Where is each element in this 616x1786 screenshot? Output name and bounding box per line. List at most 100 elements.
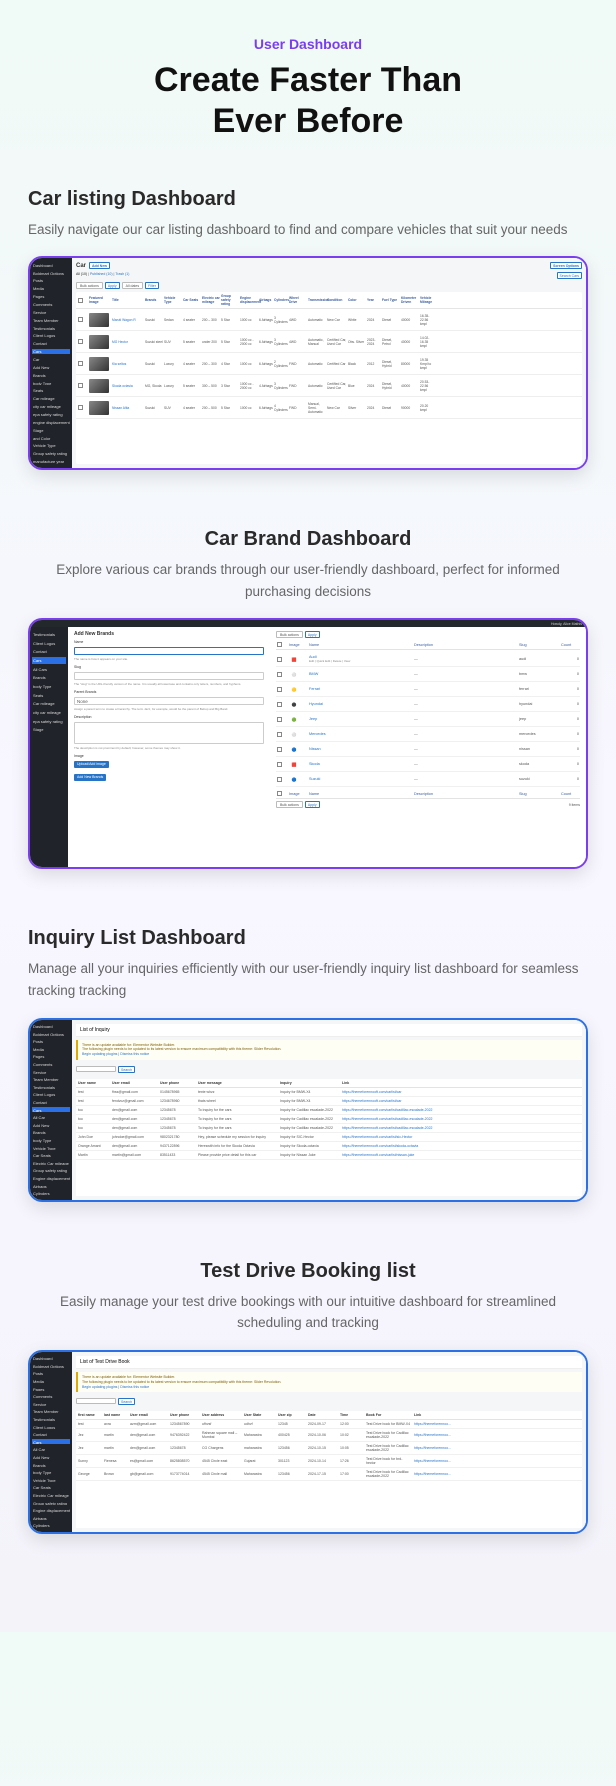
sidebar-item[interactable]: Airbags bbox=[32, 1183, 70, 1188]
inquiry-link[interactable]: https://themeforennooft.com/carlist/car bbox=[342, 1090, 580, 1094]
row-checkbox[interactable] bbox=[277, 702, 282, 707]
row-checkbox[interactable] bbox=[277, 672, 282, 677]
screen-options-button[interactable]: Screen Options bbox=[550, 262, 582, 269]
bulk-actions-select[interactable]: Bulk actions bbox=[276, 631, 303, 638]
inquiry-link[interactable]: https://themeforennooft.com/carlist/cadi… bbox=[342, 1117, 580, 1121]
sidebar-item[interactable]: Service bbox=[32, 309, 70, 314]
sidebar-item[interactable]: Cylinders bbox=[32, 1523, 70, 1528]
sidebar-item[interactable]: body Type bbox=[32, 684, 66, 690]
sidebar-item[interactable]: Add New bbox=[32, 1122, 70, 1127]
sidebar-item[interactable]: Brands bbox=[32, 372, 70, 377]
sidebar-item[interactable]: Vehicle Type bbox=[32, 1477, 70, 1482]
sidebar-item[interactable]: Cars bbox=[32, 1107, 70, 1112]
sidebar-item[interactable]: Stage bbox=[32, 427, 70, 432]
column-header[interactable]: Vehicle Mileage bbox=[420, 296, 434, 304]
sidebar-item[interactable]: Add New bbox=[32, 364, 70, 369]
sidebar-item[interactable]: Boldmart Options bbox=[32, 1363, 70, 1368]
sidebar-item[interactable]: Vehicle Type bbox=[32, 443, 70, 448]
column-header[interactable]: Airbags bbox=[259, 298, 273, 302]
apply-button[interactable]: Apply bbox=[305, 801, 320, 808]
row-checkbox[interactable] bbox=[78, 339, 83, 344]
sidebar-item[interactable]: Car mileage bbox=[32, 701, 66, 707]
column-header[interactable]: Slug bbox=[519, 643, 559, 647]
sidebar-item[interactable]: Posts bbox=[32, 278, 70, 283]
column-header[interactable]: Fuel Type bbox=[382, 298, 400, 302]
brand-name-input[interactable] bbox=[74, 647, 264, 655]
description-textarea[interactable] bbox=[74, 722, 264, 744]
bulk-actions-select[interactable]: Bulk actions bbox=[276, 801, 303, 808]
inquiry-link[interactable]: https://themeforennooft.com/carlist/car bbox=[342, 1099, 580, 1103]
column-header[interactable]: Vehicle Type bbox=[164, 296, 182, 304]
sidebar-item[interactable]: Car Seats bbox=[32, 1485, 70, 1490]
sidebar-item[interactable]: Brands bbox=[32, 1462, 70, 1467]
sidebar-item[interactable]: city car mileage bbox=[32, 404, 70, 409]
inquiry-link[interactable]: https://themeforennooft.com/carlist/cadi… bbox=[342, 1108, 580, 1112]
drive-link[interactable]: https://themeforennoo... bbox=[414, 1446, 580, 1450]
column-header[interactable]: Group safety rating bbox=[221, 294, 239, 306]
sidebar-item[interactable]: Contact bbox=[32, 1432, 70, 1437]
sidebar-item[interactable]: Dashboard bbox=[32, 1356, 70, 1361]
sidebar-item[interactable]: Client Logos bbox=[32, 640, 66, 646]
select-all-checkbox[interactable] bbox=[277, 791, 282, 796]
parent-select[interactable]: None bbox=[74, 697, 264, 705]
sidebar-item[interactable]: Comments bbox=[32, 1062, 70, 1067]
upload-image-button[interactable]: Upload/Add image bbox=[74, 761, 109, 768]
filter-button[interactable]: Filter bbox=[145, 282, 159, 289]
sidebar-item[interactable]: epa safety rating bbox=[32, 718, 66, 724]
column-header[interactable]: Name bbox=[309, 792, 412, 796]
row-checkbox[interactable] bbox=[78, 361, 83, 366]
sidebar-item[interactable]: Cars bbox=[32, 657, 66, 663]
search-input[interactable] bbox=[76, 1398, 116, 1404]
row-checkbox[interactable] bbox=[78, 405, 83, 410]
car-title-link[interactable]: Skoda octavia bbox=[112, 384, 144, 388]
sidebar-item[interactable]: Media bbox=[32, 1046, 70, 1051]
car-title-link[interactable]: Maruti Wagon R bbox=[112, 318, 144, 322]
sidebar-item[interactable]: Media bbox=[32, 286, 70, 291]
sidebar-item[interactable]: Pages bbox=[32, 294, 70, 299]
sidebar-item[interactable]: Electric Car mileage bbox=[32, 1492, 70, 1497]
brand-slug-input[interactable] bbox=[74, 672, 264, 680]
admin-bar-user[interactable]: Howdy, Alice Mathis bbox=[551, 622, 582, 626]
inquiry-link[interactable]: https://themeforennooft.com/carlist/sic-… bbox=[342, 1135, 580, 1139]
search-input[interactable] bbox=[76, 1066, 116, 1072]
sidebar-item[interactable]: All Car bbox=[32, 1115, 70, 1120]
column-header[interactable]: Count bbox=[561, 792, 579, 796]
brand-name-link[interactable]: Hyundai bbox=[309, 702, 323, 706]
sidebar-item[interactable]: Stage bbox=[32, 727, 66, 733]
column-header[interactable]: Electric car mileage bbox=[202, 296, 220, 304]
brand-name-link[interactable]: BMW bbox=[309, 672, 318, 676]
sidebar-item[interactable]: Group safety rating bbox=[32, 451, 70, 456]
drive-link[interactable]: https://themeforennoo... bbox=[414, 1459, 580, 1463]
add-new-button[interactable]: Add New bbox=[89, 262, 110, 269]
sidebar-item[interactable]: Service bbox=[32, 1069, 70, 1074]
brand-name-link[interactable]: Nissan bbox=[309, 747, 321, 751]
row-checkbox[interactable] bbox=[78, 317, 83, 322]
inquiry-link[interactable]: https://themeforennooft.com/carlist/niss… bbox=[342, 1153, 580, 1157]
sidebar-item[interactable]: Posts bbox=[32, 1371, 70, 1376]
sidebar-item[interactable]: body Type bbox=[32, 1470, 70, 1475]
column-header[interactable]: Color bbox=[348, 298, 366, 302]
sidebar-item[interactable]: Car bbox=[32, 357, 70, 362]
sidebar-item[interactable]: Cylinders bbox=[32, 1191, 70, 1196]
sidebar-item[interactable]: All Cars bbox=[32, 666, 66, 672]
select-all-checkbox[interactable] bbox=[78, 298, 83, 303]
inquiry-link[interactable]: https://themeforennooft.com/carlist/skod… bbox=[342, 1144, 580, 1148]
car-title-link[interactable]: Kia seltos bbox=[112, 362, 144, 366]
search-button[interactable]: Search bbox=[118, 1066, 135, 1073]
sidebar-item[interactable]: and Color bbox=[32, 435, 70, 440]
sidebar-item[interactable]: Pages bbox=[32, 1386, 70, 1391]
sidebar-item[interactable]: Posts bbox=[32, 1039, 70, 1044]
inquiry-link[interactable]: https://themeforennooft.com/carlist/cadi… bbox=[342, 1126, 580, 1130]
drive-link[interactable]: https://themeforennoo... bbox=[414, 1422, 580, 1426]
sidebar-item[interactable]: Cars bbox=[32, 349, 70, 354]
sidebar-item[interactable]: Testimonials bbox=[32, 631, 66, 637]
sidebar-item[interactable]: Seats bbox=[32, 692, 66, 698]
sidebar-item[interactable]: Dashboard bbox=[32, 1024, 70, 1029]
sidebar-item[interactable]: Brands bbox=[32, 1130, 70, 1135]
sidebar-item[interactable]: Pages bbox=[32, 1054, 70, 1059]
sidebar-item[interactable]: Electric Car mileage bbox=[32, 1160, 70, 1165]
brand-name-link[interactable]: Ferrari bbox=[309, 687, 320, 691]
column-header[interactable]: Brands bbox=[145, 298, 163, 302]
sidebar-item[interactable]: Client Logos bbox=[32, 333, 70, 338]
column-header[interactable]: Count bbox=[561, 643, 579, 647]
